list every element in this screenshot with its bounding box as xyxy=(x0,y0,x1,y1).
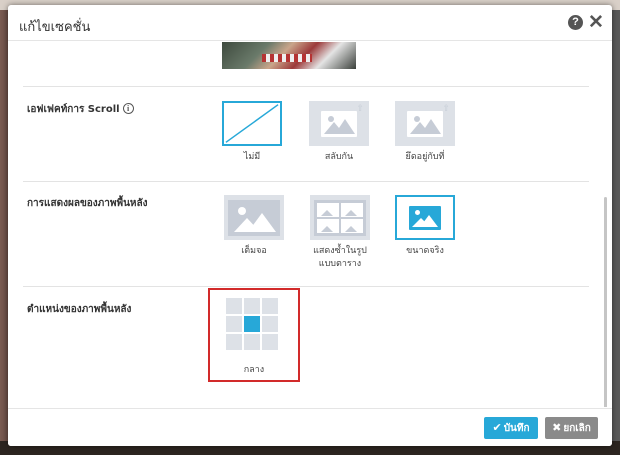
dialog-body: เอฟเฟคท์การ Scroll i ไม่มี ⇧ สลับกัน ⇧ ยึ… xyxy=(8,42,612,407)
check-icon: ✔ xyxy=(492,421,502,434)
dialog-scrollbar[interactable] xyxy=(604,197,607,407)
image-icon xyxy=(409,205,441,230)
bg-display-option-label: ขนาดจริง xyxy=(406,246,444,256)
image-tile-icon xyxy=(310,195,370,240)
scroll-effect-label: เอฟเฟคท์การ Scroll i xyxy=(27,102,134,117)
arrow-up-icon: ⇧ xyxy=(356,104,364,114)
position-center[interactable] xyxy=(244,316,260,332)
bg-display-option-label: เต็มจอ xyxy=(241,246,267,256)
scroll-option-label: ยึดอยู่กับที่ xyxy=(405,152,445,162)
bg-display-label: การแสดงผลของภาพพื้นหลัง xyxy=(27,198,148,209)
scroll-option-none[interactable]: ไม่มี xyxy=(212,101,292,171)
image-icon xyxy=(228,199,280,236)
save-button-label: บันทึก xyxy=(503,423,530,434)
bg-position-picker: กลาง xyxy=(208,288,300,382)
tile-grid-icon xyxy=(314,199,366,236)
bg-display-option-fill[interactable]: เต็มจอ xyxy=(214,195,294,275)
position-middle-right[interactable] xyxy=(262,316,278,332)
image-icon xyxy=(321,110,357,137)
close-icon[interactable]: ✕ xyxy=(588,11,604,34)
scroll-option-fixed[interactable]: ⇧ ยึดอยู่กับที่ xyxy=(385,101,465,171)
position-top-right[interactable] xyxy=(262,298,278,314)
cancel-button[interactable]: ✖ ยกเลิก xyxy=(545,417,598,439)
dialog-header: แก้ไขเซคชั่น ? ✕ xyxy=(8,5,612,41)
edit-section-dialog: แก้ไขเซคชั่น ? ✕ เอฟเฟคท์การ Scroll i ไม่… xyxy=(8,5,612,446)
scroll-option-label: สลับกัน xyxy=(324,152,354,162)
bg-display-option-label-line1: แสดงซ้ำในรูป xyxy=(313,246,367,256)
scroll-option-label: ไม่มี xyxy=(243,152,261,162)
position-top-center[interactable] xyxy=(244,298,260,314)
position-grid xyxy=(226,298,282,354)
bg-position-value: กลาง xyxy=(243,365,265,375)
image-parallax-icon: ⇧ xyxy=(309,101,369,146)
divider xyxy=(23,286,589,287)
info-icon[interactable]: i xyxy=(122,103,134,114)
bg-display-option-actual[interactable]: ขนาดจริง xyxy=(385,195,465,275)
x-icon: ✖ xyxy=(552,421,562,434)
position-top-left[interactable] xyxy=(226,298,242,314)
save-button[interactable]: ✔ บันทึก xyxy=(484,417,538,439)
diagonal-line-icon xyxy=(225,104,279,143)
section-background-thumbnail xyxy=(222,42,356,69)
position-bottom-left[interactable] xyxy=(226,334,242,350)
scroll-option-parallax[interactable]: ⇧ สลับกัน xyxy=(299,101,379,171)
scroll-effect-label-text: เอฟเฟคท์การ Scroll xyxy=(27,104,120,115)
divider xyxy=(23,181,589,182)
arrow-up-icon: ⇧ xyxy=(442,104,450,114)
bg-display-option-tile[interactable]: แสดงซ้ำในรูป แบบตาราง xyxy=(300,195,380,275)
bg-display-option-label-line2: แบบตาราง xyxy=(318,259,362,269)
help-icon[interactable]: ? xyxy=(568,15,583,30)
none-diagonal-icon xyxy=(222,101,282,146)
dialog-footer: ✔ บันทึก ✖ ยกเลิก xyxy=(8,408,612,446)
image-actual-size-icon xyxy=(395,195,455,240)
divider xyxy=(23,86,589,87)
image-icon xyxy=(407,110,443,137)
position-bottom-right[interactable] xyxy=(262,334,278,350)
dialog-title: แก้ไขเซคชั่น xyxy=(19,20,91,35)
cancel-button-label: ยกเลิก xyxy=(563,423,591,434)
position-bottom-center[interactable] xyxy=(244,334,260,350)
position-middle-left[interactable] xyxy=(226,316,242,332)
image-fill-icon xyxy=(224,195,284,240)
bg-display-option-label: แสดงซ้ำในรูป แบบตาราง xyxy=(300,245,380,271)
bg-position-label: ตำแหน่งของภาพพื้นหลัง xyxy=(27,304,132,315)
image-fixed-icon: ⇧ xyxy=(395,101,455,146)
